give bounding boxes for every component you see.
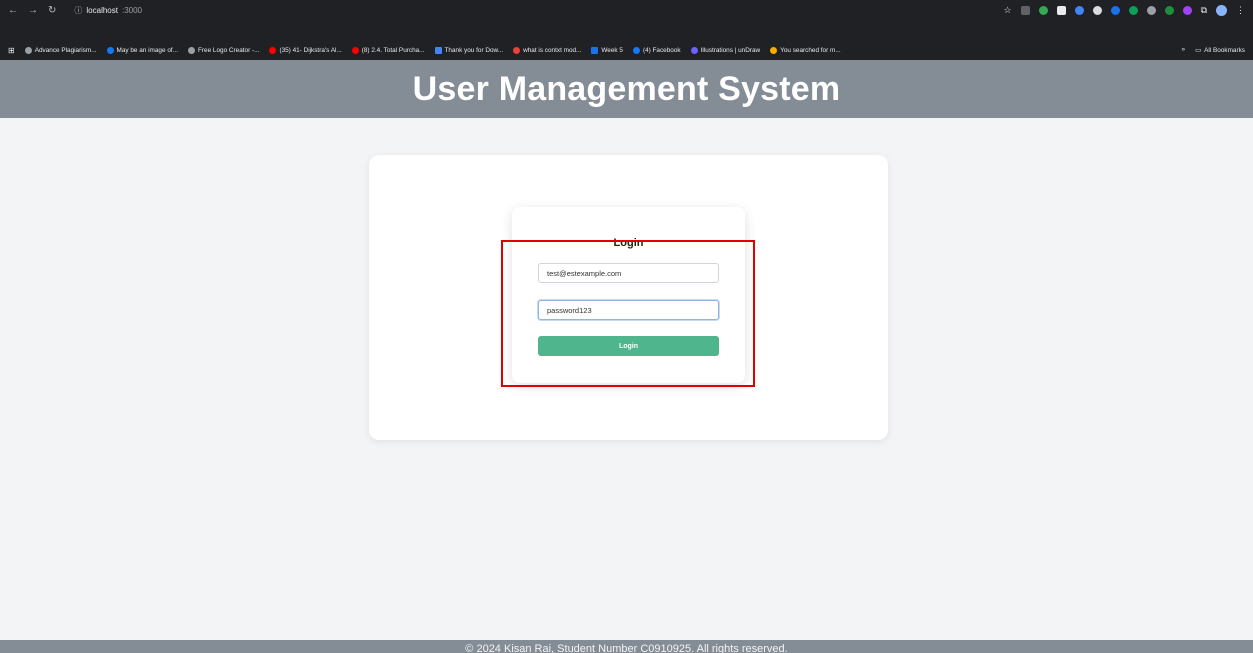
bookmarks-overflow-button[interactable]: »: [1182, 46, 1186, 54]
bookmark-item[interactable]: Thank you for Dow...: [434, 46, 503, 54]
footer: © 2024 Kisan Rai, Student Number C091092…: [0, 640, 1253, 653]
bookmark-item[interactable]: Advance Plagiarism...: [24, 46, 97, 54]
bookmark-item[interactable]: You searched for m...: [770, 46, 841, 54]
url-host: localhost: [86, 5, 118, 15]
extension-icon[interactable]: [1164, 5, 1174, 15]
star-icon[interactable]: ☆: [1003, 5, 1011, 16]
bookmark-item[interactable]: Illustrations | unDraw: [690, 46, 760, 54]
app-header: User Management System: [0, 60, 1253, 118]
bookmark-item[interactable]: (35) 41- Dijkstra's Al...: [269, 46, 342, 54]
bookmark-item[interactable]: May be an image of...: [106, 46, 178, 54]
bookmarks-bar: ⊞ Advance Plagiarism... May be an image …: [0, 40, 1253, 60]
globe-icon: [187, 46, 195, 54]
all-bookmarks-button[interactable]: ▭ All Bookmarks: [1195, 46, 1245, 55]
facebook-icon: [106, 46, 114, 54]
footer-text: © 2024 Kisan Rai, Student Number C091092…: [465, 643, 788, 653]
arrow-right-icon[interactable]: →: [28, 5, 38, 16]
extension-icon[interactable]: [1074, 5, 1084, 15]
extension-icon[interactable]: [1146, 5, 1156, 15]
extension-icon[interactable]: [1038, 5, 1048, 15]
menu-icon[interactable]: ⋮: [1236, 5, 1245, 16]
bookmark-item[interactable]: Free Logo Creator -...: [187, 46, 259, 54]
apps-icon[interactable]: ⊞: [8, 46, 15, 55]
browser-nav: ← → ↻: [8, 5, 56, 16]
page-title: User Management System: [412, 69, 841, 108]
bookmarks-right: » ▭ All Bookmarks: [1182, 46, 1245, 54]
bookmark-item[interactable]: what is contxt mod...: [513, 46, 581, 54]
arrow-left-icon[interactable]: ←: [8, 5, 18, 16]
reload-icon[interactable]: ↻: [48, 5, 56, 16]
youtube-icon: [269, 46, 277, 54]
extension-icon[interactable]: [1056, 5, 1066, 15]
extension-icon[interactable]: [1182, 5, 1192, 15]
extension-icon[interactable]: [1110, 5, 1120, 15]
extension-icon[interactable]: [1020, 5, 1030, 15]
extensions-bar: ☆ ⧉ ⋮: [1003, 4, 1245, 16]
address-bar[interactable]: ⓘ localhost:3000: [68, 3, 148, 17]
browser-toolbar: ← → ↻ ⓘ localhost:3000 ☆ ⧉ ⋮: [0, 0, 1253, 20]
youtube-icon: [351, 46, 359, 54]
search-result-icon: [770, 46, 778, 54]
calendar-icon: [591, 46, 599, 54]
undraw-icon: [690, 46, 698, 54]
bookmark-item[interactable]: (8) 2.4. Total Purcha...: [351, 46, 425, 54]
google-icon: [513, 46, 521, 54]
bookmark-item[interactable]: Week 5: [591, 46, 623, 54]
globe-icon: [24, 46, 32, 54]
url-port: :3000: [121, 5, 142, 15]
site-info-icon[interactable]: ⓘ: [74, 5, 82, 16]
document-icon: [434, 46, 442, 54]
facebook-icon: [632, 46, 640, 54]
extension-icon[interactable]: [1128, 5, 1138, 15]
highlight-box: [501, 240, 755, 387]
browser-tabstrip-gap: [0, 20, 1253, 40]
puzzle-icon[interactable]: ⧉: [1201, 5, 1207, 16]
profile-avatar[interactable]: [1216, 4, 1227, 16]
extension-icon[interactable]: [1092, 5, 1102, 15]
folder-icon: ▭: [1195, 47, 1202, 54]
bookmark-item[interactable]: (4) Facebook: [632, 46, 681, 54]
